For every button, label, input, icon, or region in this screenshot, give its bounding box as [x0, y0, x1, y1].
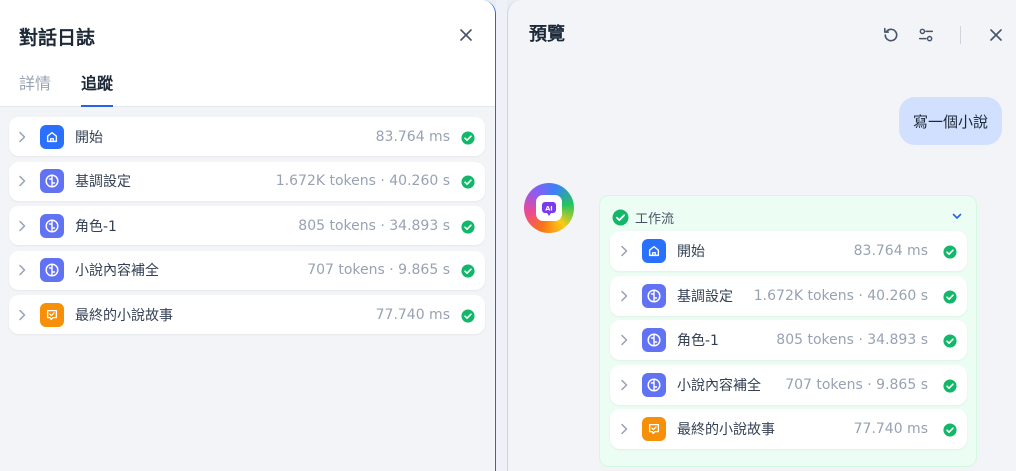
workflow-header: 工作流 [612, 208, 674, 227]
trace-row[interactable]: 基調設定 1.672K tokens · 40.260 s [9, 161, 485, 201]
node-metrics: 707 tokens · 9.865 s [785, 376, 928, 393]
success-check-icon [461, 308, 475, 323]
success-check-icon [461, 263, 475, 278]
node-label: 角色-1 [75, 218, 117, 235]
ai-bot-icon: AI [536, 195, 562, 221]
workflow-title: 工作流 [635, 212, 675, 227]
trace-row[interactable]: 小說內容補全 707 tokens · 9.865 s [9, 250, 485, 290]
node-metrics: 83.764 ms [853, 243, 928, 259]
trace-list: 開始 83.764 ms 基調設定 1.672K tokens · 40.260 s 角… [9, 117, 485, 340]
node-metrics: 1.672K tokens · 40.260 s [753, 287, 928, 304]
node-label: 小說內容補全 [677, 377, 761, 394]
trace-row[interactable]: 最終的小說故事 77.740 ms [9, 295, 485, 334]
chevron-right-icon[interactable] [620, 290, 632, 302]
trace-row[interactable]: 最終的小說故事 77.740 ms [610, 409, 967, 450]
workflow-collapse-toggle[interactable] [950, 209, 964, 223]
success-check-icon [943, 333, 957, 348]
log-title: 對話日誌 [19, 27, 96, 49]
success-check-icon [461, 174, 475, 189]
trace-row[interactable]: 開始 83.764 ms [610, 231, 967, 271]
trace-row[interactable]: 開始 83.764 ms [9, 117, 485, 156]
chevron-down-icon [952, 213, 962, 219]
chevron-right-icon[interactable] [18, 309, 30, 321]
chevron-right-icon[interactable] [18, 175, 30, 187]
success-check-icon [943, 289, 957, 304]
node-label: 小說內容補全 [75, 263, 159, 279]
trace-row[interactable]: 小說內容補全 707 tokens · 9.865 s [610, 364, 967, 405]
conversation-log-panel: 對話日誌 詳情 追蹤 開始 83.764 ms 基調設定 1.672K tokens … [0, 0, 496, 471]
node-metrics: 77.740 ms [853, 421, 928, 438]
answer-icon [642, 417, 666, 442]
success-check-icon [943, 244, 957, 259]
node-metrics: 1.672K tokens · 40.260 s [275, 173, 450, 189]
close-icon [460, 29, 472, 41]
close-icon [990, 29, 1002, 41]
chevron-right-icon[interactable] [620, 334, 632, 346]
trace-row[interactable]: 角色-1 805 tokens · 34.893 s [610, 320, 967, 361]
svg-text:AI: AI [545, 205, 552, 213]
chevron-right-icon[interactable] [18, 264, 30, 276]
chevron-right-icon[interactable] [620, 245, 632, 257]
trace-row[interactable]: 角色-1 805 tokens · 34.893 s [9, 206, 485, 245]
answer-icon [40, 302, 64, 327]
success-check-icon [943, 378, 957, 393]
llm-brain-icon [642, 372, 666, 397]
toolbar-divider [960, 26, 961, 44]
node-metrics: 707 tokens · 9.865 s [307, 262, 450, 278]
settings-sliders-icon [918, 28, 934, 42]
workflow-card: 工作流 開始 83.764 ms 基調設定 1.672K tokens · 40.26… [599, 195, 977, 467]
success-check-icon [612, 209, 629, 226]
log-header: 對話日誌 詳情 追蹤 [0, 0, 495, 107]
user-message-bubble: 寫一個小說 [898, 97, 1002, 145]
llm-brain-icon [40, 169, 64, 193]
tab-trace[interactable]: 追蹤 [81, 70, 114, 107]
tab-details[interactable]: 詳情 [19, 70, 51, 107]
success-check-icon [461, 130, 475, 145]
home-icon [40, 124, 64, 149]
workflow-steps: 開始 83.764 ms 基調設定 1.672K tokens · 40.260 s 角… [610, 231, 967, 454]
llm-brain-icon [642, 328, 666, 353]
chevron-right-icon[interactable] [620, 423, 632, 435]
close-preview-button[interactable] [986, 25, 1006, 45]
node-metrics: 805 tokens · 34.893 s [776, 332, 928, 349]
node-metrics: 77.740 ms [375, 306, 450, 323]
node-metrics: 83.764 ms [375, 128, 450, 145]
preview-panel: 預覽 寫一個小說 AI 工作流 開始 83.764 ms 基調設定 1.672K… [507, 0, 1016, 471]
chevron-right-icon[interactable] [620, 379, 632, 391]
variables-button[interactable] [916, 25, 936, 45]
preview-title: 預覽 [529, 24, 565, 45]
restart-icon [883, 27, 897, 41]
ai-avatar: AI [524, 183, 574, 233]
node-label: 基調設定 [75, 174, 131, 190]
chevron-right-icon[interactable] [18, 131, 30, 143]
node-label: 最終的小說故事 [75, 307, 173, 324]
success-check-icon [943, 422, 957, 437]
llm-brain-icon [642, 283, 666, 308]
llm-brain-icon [40, 213, 64, 238]
close-log-button[interactable] [456, 25, 476, 45]
success-check-icon [461, 219, 475, 234]
node-label: 基調設定 [677, 288, 733, 305]
panel-gap [496, 0, 507, 471]
chevron-right-icon[interactable] [18, 220, 30, 232]
node-label: 最終的小說故事 [677, 422, 775, 439]
trace-row[interactable]: 基調設定 1.672K tokens · 40.260 s [610, 275, 967, 316]
restart-button[interactable] [880, 25, 900, 45]
home-icon [642, 239, 666, 263]
node-label: 開始 [677, 244, 705, 260]
log-tabs: 詳情 追蹤 [19, 70, 114, 107]
node-label: 角色-1 [677, 333, 719, 350]
llm-brain-icon [40, 258, 64, 282]
node-metrics: 805 tokens · 34.893 s [298, 217, 450, 234]
node-label: 開始 [75, 129, 103, 146]
